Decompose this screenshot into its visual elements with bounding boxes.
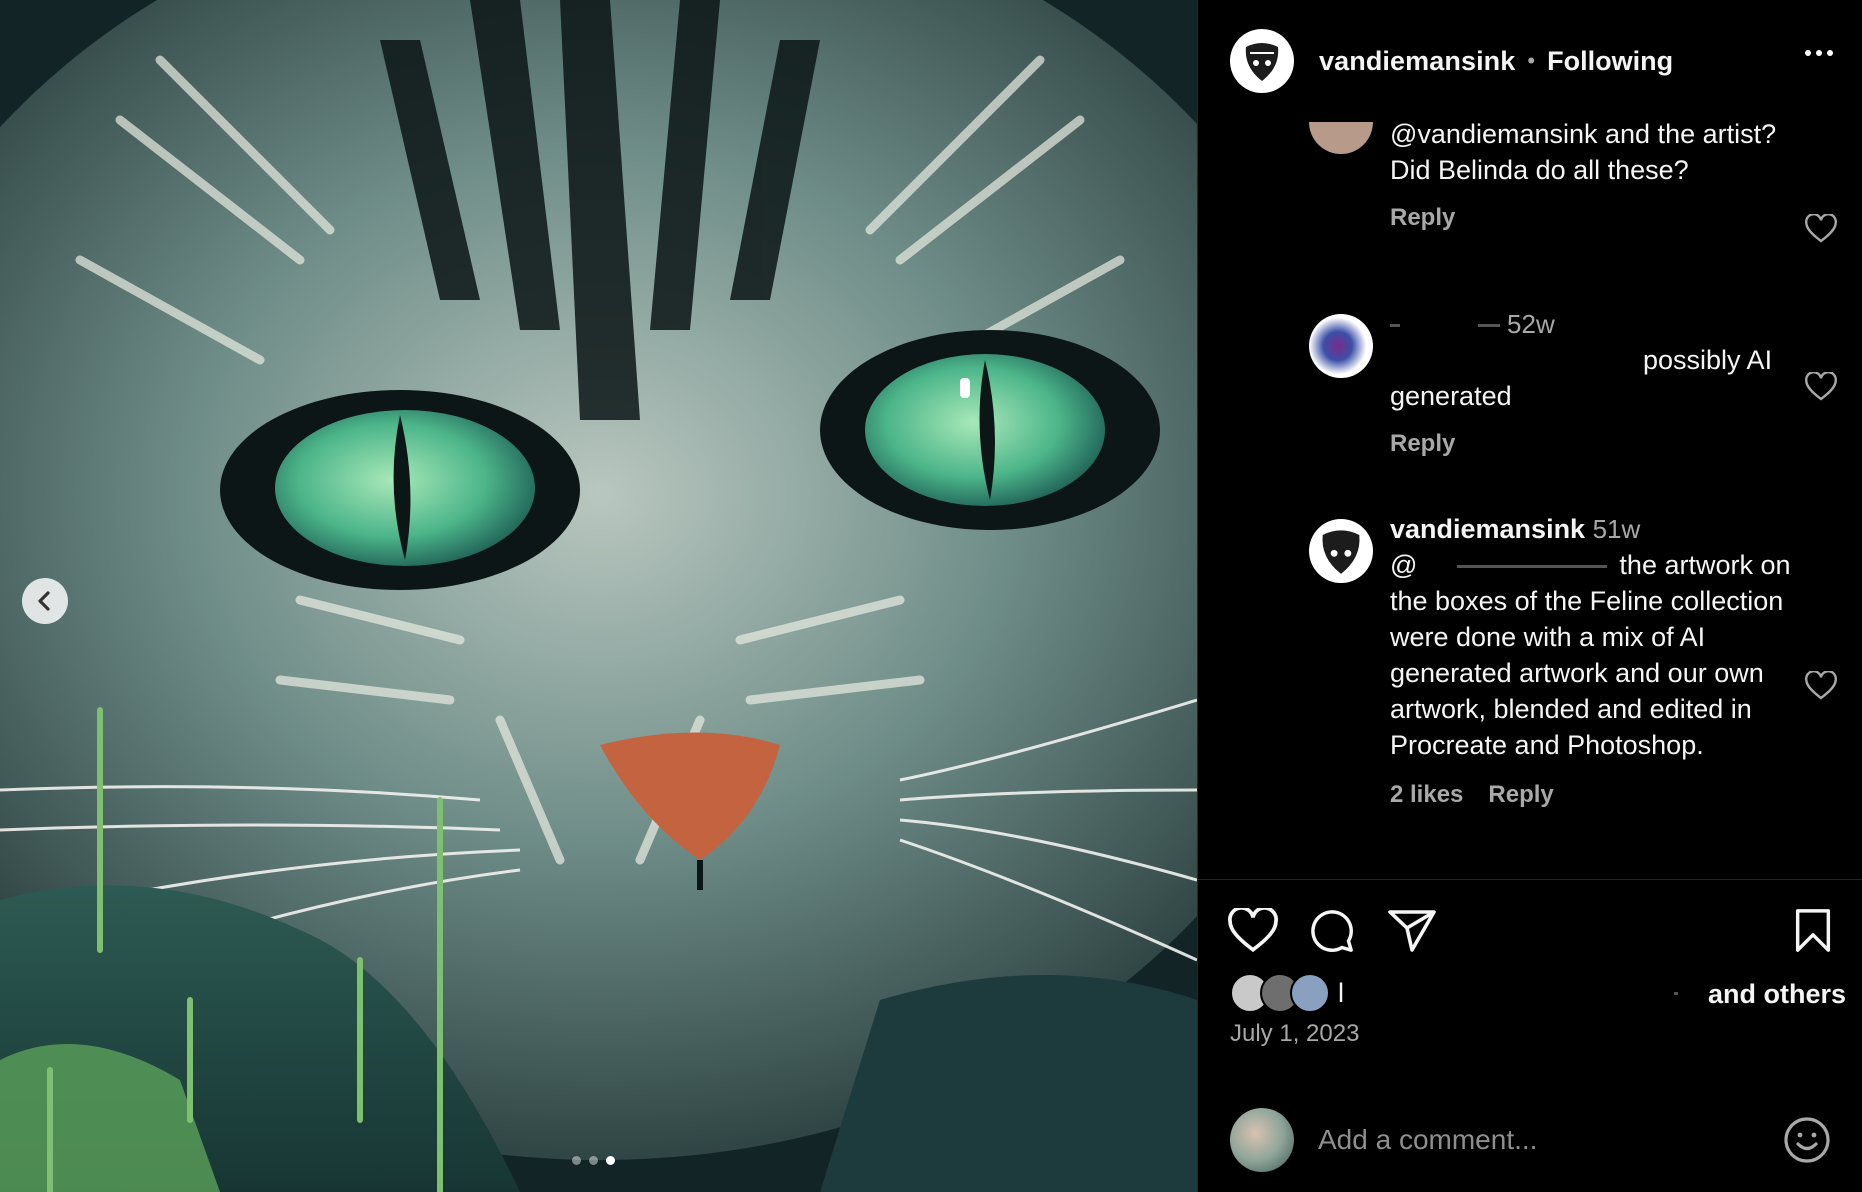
commenter-avatar[interactable] (1309, 519, 1373, 583)
comment-username[interactable]: vandiemansink (1390, 514, 1585, 544)
smiley-icon[interactable] (1783, 1116, 1831, 1164)
current-user-avatar[interactable] (1230, 1108, 1294, 1172)
heart-icon[interactable] (1805, 214, 1837, 244)
heart-icon[interactable] (1805, 372, 1837, 402)
comment-meta: Reply (1390, 200, 1790, 236)
commenter-avatar[interactable] (1309, 314, 1373, 378)
comment-text: @vandiemansink and the artist? Did Belin… (1390, 122, 1777, 185)
add-comment-bar (1198, 1104, 1862, 1176)
comment-meta: 2 likes Reply (1390, 777, 1795, 813)
reply-button[interactable]: Reply (1488, 777, 1553, 813)
comment-body: @vandiemansink and the artist? Did Belin… (1390, 122, 1790, 236)
mention-link[interactable]: @ (1390, 550, 1417, 580)
comment-time: 52w (1507, 309, 1555, 339)
comment-input[interactable] (1318, 1124, 1768, 1156)
following-button[interactable]: Following (1547, 46, 1673, 77)
redacted-username (1390, 324, 1400, 328)
carousel-dot (589, 1156, 598, 1165)
comment-text-content: the artwork on the boxes of the Feline c… (1390, 550, 1791, 760)
comment-body: vandiemansink 51w @ the artwork on the bo… (1390, 511, 1795, 813)
liker-avatar (1290, 973, 1330, 1013)
redacted-mention (1457, 565, 1608, 569)
reply-button[interactable]: Reply (1390, 426, 1455, 462)
liked-by[interactable]: l and others (1230, 973, 1846, 1013)
more-options-button[interactable] (1805, 50, 1833, 56)
liked-by-others[interactable]: and others (1708, 979, 1846, 1010)
heart-icon[interactable] (1228, 908, 1278, 954)
carousel-prev-button[interactable] (22, 578, 68, 624)
comment-time: 51w (1592, 514, 1641, 544)
bookmark-icon[interactable] (1793, 908, 1833, 954)
carousel-indicator (572, 1156, 615, 1165)
comment-body: 52w possibly AI generated Reply (1390, 306, 1790, 462)
paper-plane-icon[interactable] (1388, 908, 1436, 952)
redacted-username (1674, 991, 1678, 995)
more-dot (1816, 50, 1822, 56)
comment-text: possibly AI generated (1390, 345, 1773, 411)
more-horizontal-icon (1805, 50, 1811, 56)
more-dot (1827, 50, 1833, 56)
carousel-dot (572, 1156, 581, 1165)
brand-logo-icon (1235, 34, 1289, 88)
commenter-avatar[interactable] (1309, 122, 1373, 154)
heart-icon[interactable] (1805, 671, 1837, 701)
chevron-left-icon (38, 591, 50, 611)
liker-avatars (1230, 973, 1330, 1013)
post-actions (1228, 908, 1833, 958)
separator-dot: • (1527, 48, 1536, 73)
comment-likes-count[interactable]: 2 likes (1390, 777, 1463, 813)
author-avatar[interactable] (1230, 29, 1294, 93)
comment-header: vandiemansink 51w (1390, 511, 1795, 547)
comment-bubble-icon[interactable] (1308, 908, 1356, 954)
post-image (0, 0, 1197, 1192)
carousel-dot-active (606, 1156, 615, 1165)
comment-header: 52w (1390, 306, 1790, 342)
post-media[interactable] (0, 0, 1197, 1192)
reply-button[interactable]: Reply (1390, 200, 1455, 236)
brand-logo-icon (1322, 530, 1360, 574)
comments-list[interactable]: @vandiemansink and the artist? Did Belin… (1198, 122, 1862, 880)
redacted-username (1477, 324, 1500, 328)
post-header: vandiemansink • Following (1198, 0, 1862, 122)
author-username[interactable]: vandiemansink (1319, 46, 1515, 77)
post-viewer: vandiemansink • Following @vandiemansink… (0, 0, 1862, 1192)
liked-by-username[interactable]: l (1338, 978, 1344, 1009)
comment-meta: Reply (1390, 426, 1790, 462)
section-divider (1198, 879, 1862, 880)
post-date[interactable]: July 1, 2023 (1230, 1020, 1359, 1048)
comment-text: @ the artwork on the boxes of the Feline … (1390, 547, 1795, 763)
post-side-panel: vandiemansink • Following @vandiemansink… (1197, 0, 1862, 1192)
